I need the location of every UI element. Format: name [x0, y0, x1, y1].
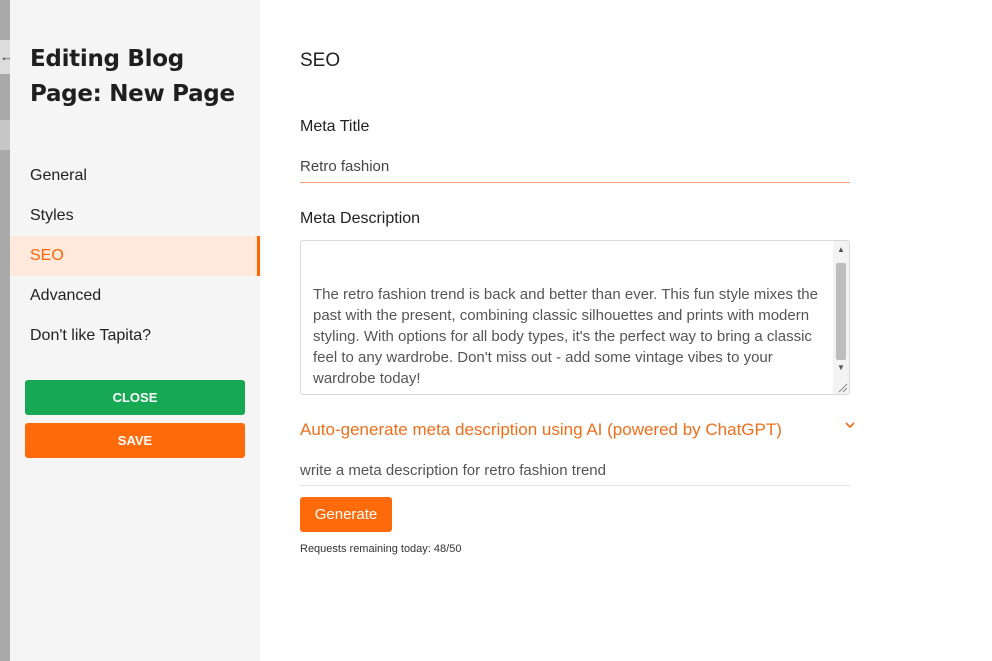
ai-generate-toggle[interactable]: Auto-generate meta description using AI … — [300, 420, 855, 444]
sidebar: Editing Blog Page: New Page General Styl… — [10, 0, 260, 661]
edge-tab — [0, 120, 10, 150]
textarea-scrollbar[interactable]: ▲ ▼ — [833, 241, 849, 394]
meta-title-input[interactable] — [300, 150, 850, 183]
back-arrow-icon[interactable]: ← — [0, 40, 10, 74]
scroll-down-arrow-icon[interactable]: ▼ — [833, 361, 849, 375]
save-button[interactable]: SAVE — [25, 423, 245, 458]
scrollbar-thumb[interactable] — [836, 263, 846, 360]
left-edge-strip: ← — [0, 0, 10, 661]
sidebar-item-general[interactable]: General — [10, 156, 260, 196]
section-title: SEO — [300, 50, 341, 71]
scroll-up-arrow-icon[interactable]: ▲ — [833, 243, 849, 257]
requests-remaining-text: Requests remaining today: 48/50 — [300, 543, 462, 555]
sidebar-item-advanced[interactable]: Advanced — [10, 276, 260, 316]
sidebar-item-seo[interactable]: SEO — [10, 236, 260, 276]
meta-description-field: The retro fashion trend is back and bett… — [300, 240, 850, 395]
ai-generate-label: Auto-generate meta description using AI … — [300, 420, 782, 439]
sidebar-item-styles[interactable]: Styles — [10, 196, 260, 236]
ai-prompt-input[interactable] — [300, 456, 850, 486]
page-title: Editing Blog Page: New Page — [30, 46, 235, 107]
meta-description-label: Meta Description — [300, 210, 421, 227]
close-button[interactable]: CLOSE — [25, 380, 245, 415]
sidebar-nav: General Styles SEO Advanced Don't like T… — [10, 156, 260, 356]
sidebar-item-dont-like-tapita[interactable]: Don't like Tapita? — [10, 316, 260, 356]
resize-grip-icon[interactable] — [836, 381, 848, 393]
generate-button[interactable]: Generate — [300, 497, 392, 532]
chevron-down-icon — [845, 422, 855, 429]
meta-title-label: Meta Title — [300, 118, 370, 135]
meta-description-textarea[interactable]: The retro fashion trend is back and bett… — [301, 241, 835, 394]
